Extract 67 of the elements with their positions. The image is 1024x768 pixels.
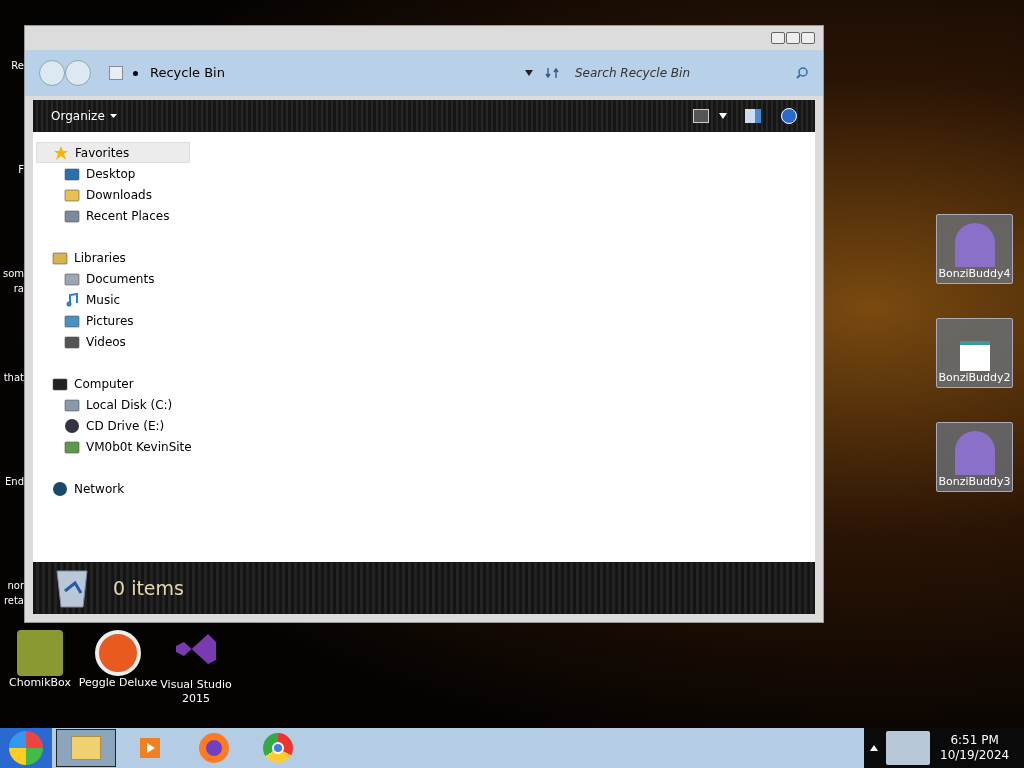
folder-icon bbox=[64, 186, 80, 203]
nav-item[interactable]: Desktop bbox=[36, 163, 815, 184]
nav-item[interactable]: Local Disk (C:) bbox=[36, 394, 815, 415]
nav-item[interactable]: Libraries bbox=[36, 247, 190, 268]
document-icon bbox=[64, 333, 80, 350]
document-icon bbox=[64, 165, 80, 182]
icon-label: reta bbox=[3, 594, 24, 608]
minimize-icon[interactable] bbox=[771, 32, 785, 44]
organize-button[interactable]: Organize bbox=[51, 107, 117, 125]
drive-icon bbox=[64, 417, 80, 434]
address-field[interactable]: Recycle Bin bbox=[150, 63, 225, 83]
view-options-icon[interactable] bbox=[693, 109, 709, 123]
close-icon[interactable] bbox=[801, 32, 815, 44]
folder-icon bbox=[52, 249, 68, 266]
search-field[interactable]: Search Recycle Bin bbox=[575, 64, 795, 82]
monitor-icon bbox=[52, 375, 68, 392]
start-button[interactable] bbox=[0, 728, 52, 768]
icon-label: End bbox=[5, 475, 24, 489]
dropdown-caret-icon[interactable] bbox=[525, 70, 533, 76]
nav-item[interactable]: Downloads bbox=[36, 184, 815, 205]
icon-label: nor bbox=[7, 579, 24, 593]
taskbar-button[interactable] bbox=[56, 729, 116, 767]
clock-date[interactable]: 10/19/2024 bbox=[940, 748, 1010, 763]
browser-logo-icon bbox=[263, 733, 293, 763]
desktop-icon[interactable]: BonziBuddy2 bbox=[936, 318, 1013, 388]
clock-time[interactable]: 6:51 PM bbox=[950, 733, 999, 748]
icon-label: F bbox=[18, 163, 24, 177]
maximize-icon[interactable] bbox=[786, 32, 800, 44]
desktop-icon[interactable]: BonziBuddy3 bbox=[936, 422, 1013, 492]
globe-icon bbox=[52, 480, 68, 497]
caret-icon bbox=[109, 114, 117, 118]
nav-item[interactable]: Videos bbox=[36, 331, 815, 352]
document-icon bbox=[64, 396, 80, 413]
window-file-icon bbox=[959, 341, 990, 371]
music-note-icon bbox=[64, 291, 80, 308]
star-icon bbox=[53, 144, 69, 161]
folder-icon bbox=[71, 736, 101, 760]
nav-item[interactable]: Network bbox=[36, 478, 190, 499]
nav-item[interactable]: Pictures bbox=[36, 310, 815, 331]
show-hidden-icons-icon[interactable] bbox=[870, 745, 878, 751]
nav-item[interactable]: Computer bbox=[36, 373, 190, 394]
refresh-icon[interactable] bbox=[545, 66, 559, 80]
help-icon[interactable] bbox=[781, 108, 797, 124]
trash-bin-icon bbox=[55, 567, 89, 609]
icon-label: ra bbox=[13, 282, 24, 296]
document-icon bbox=[64, 438, 80, 455]
desktop-icon[interactable]: Visual Studio 2015 bbox=[160, 630, 232, 706]
dropdown-caret-icon[interactable] bbox=[719, 113, 727, 119]
icon-label: som bbox=[2, 267, 24, 281]
nav-item[interactable]: Music bbox=[36, 289, 815, 310]
preview-pane-icon[interactable] bbox=[745, 109, 761, 123]
play-icon bbox=[138, 736, 162, 760]
document-icon bbox=[64, 312, 80, 329]
nav-item[interactable]: Recent Places bbox=[36, 205, 815, 226]
nav-item[interactable]: VM0b0t KevinSite bbox=[36, 436, 815, 457]
document-icon bbox=[64, 270, 80, 287]
icon-label: that bbox=[3, 371, 24, 385]
desktop-icon[interactable]: ChomikBox bbox=[4, 630, 76, 706]
icon-label: Re bbox=[11, 59, 24, 73]
nav-item[interactable]: CD Drive (E:) bbox=[36, 415, 815, 436]
nav-item[interactable]: Documents bbox=[36, 268, 815, 289]
document-icon bbox=[64, 207, 80, 224]
desktop-icon[interactable]: BonziBuddy4 bbox=[936, 214, 1013, 284]
search-icon[interactable] bbox=[795, 66, 809, 80]
recycle-bin-icon bbox=[109, 66, 123, 80]
item-count: 0 items bbox=[113, 575, 184, 601]
nav-item[interactable]: Favorites bbox=[36, 142, 190, 163]
